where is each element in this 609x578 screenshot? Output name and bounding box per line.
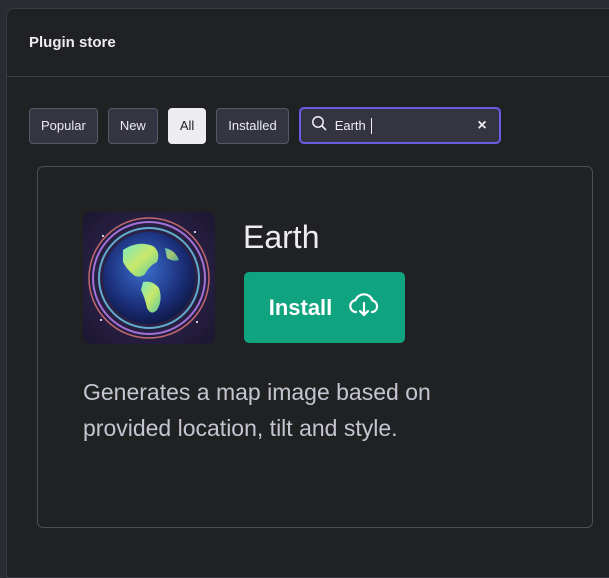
plugin-store-modal: Plugin store Popular New All Installed × [6,8,609,578]
text-caret [370,118,372,134]
modal-header: Plugin store [7,9,609,77]
tab-all[interactable]: All [167,107,207,144]
plugin-card: Earth Install Generates a map image base… [37,166,593,528]
tab-new[interactable]: New [107,107,158,144]
plugin-name: Earth [243,219,320,255]
cloud-download-icon [332,292,380,324]
modal-title: Plugin store [29,34,116,51]
install-label: Install [268,294,333,320]
earth-plugin-logo [83,212,215,344]
search-input[interactable] [334,118,455,133]
plugin-description: Generates a map image based on provided … [83,379,431,441]
search-icon [311,115,327,136]
clear-search-button[interactable]: × [477,117,486,135]
tab-installed[interactable]: Installed [216,107,289,144]
search-box[interactable]: × [298,107,501,144]
filter-bar: Popular New All Installed × [29,107,501,144]
tab-popular[interactable]: Popular [29,107,98,144]
install-button[interactable]: Install [244,272,405,343]
